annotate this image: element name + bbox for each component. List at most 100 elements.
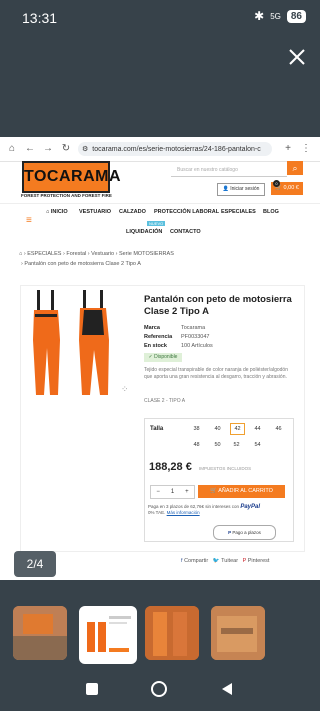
product-image[interactable] — [20, 290, 125, 400]
nav-proteccion-laboral[interactable]: PROTECCIÓN LABORAL — [154, 209, 219, 215]
paypal-installments-button[interactable]: P Pago a plazos — [213, 525, 276, 540]
status-icons: ✱ 5G 86 — [254, 9, 306, 23]
paypal-more-link[interactable]: Más información — [167, 510, 200, 515]
share-label: Compartir — [184, 558, 209, 564]
url-text: tocarama.com/es/serie-motosierras/24-186… — [92, 145, 261, 153]
quantity-value[interactable]: 1 — [165, 486, 179, 498]
login-button[interactable]: 👤 Iniciar sesión — [217, 183, 265, 196]
breadcrumb: ⌂ › ESPECIALES › Forestal › Vestuario › … — [19, 251, 174, 267]
nav-liquidacion[interactable]: LIQUIDACIÓN — [126, 229, 162, 235]
battery-icon: 86 — [286, 9, 306, 23]
breadcrumb-current: Pantalón con peto de motosierra Clase 2 … — [24, 261, 141, 267]
paypal-button-label: Pago a plazos — [232, 530, 261, 535]
nav-vestuario[interactable]: VESTUARIO — [79, 209, 111, 215]
size-option[interactable]: 50 — [211, 440, 224, 450]
overalls-drawing — [33, 290, 109, 395]
forward-icon[interactable]: → — [42, 143, 54, 155]
close-icon[interactable] — [286, 46, 308, 68]
thumbnail-2-image — [81, 608, 135, 662]
add-tab-icon[interactable]: + — [282, 143, 294, 155]
paypal-logo: PayPal — [240, 504, 261, 510]
spec-value: PF0033047 — [181, 334, 210, 340]
facebook-icon: f — [181, 558, 183, 564]
nav-calzado[interactable]: CALZADO — [119, 209, 146, 215]
network-label: 5G — [270, 11, 281, 21]
breadcrumb-item[interactable]: Serie MOTOSIERRAS — [119, 251, 174, 257]
size-option[interactable]: 54 — [251, 440, 264, 450]
thumbnail-3[interactable] — [145, 606, 199, 660]
clock: 13:31 — [22, 10, 58, 26]
increase-button[interactable]: + — [180, 486, 194, 498]
reload-icon[interactable]: ↻ — [60, 143, 72, 155]
add-to-cart-button[interactable]: 🛒 AÑADIR AL CARRITO — [198, 485, 285, 498]
size-option[interactable]: 46 — [272, 424, 285, 434]
nav-blog[interactable]: BLOG — [263, 209, 279, 215]
spec-key: En stock — [144, 343, 167, 349]
home-nav-icon[interactable] — [151, 681, 167, 697]
back-nav-icon[interactable] — [220, 682, 234, 696]
facebook-share[interactable]: f Compartir — [181, 558, 208, 564]
product-title: Pantalón con peto de motosierra Clase 2 … — [144, 294, 292, 317]
spec-value: 100 Artículos — [181, 343, 213, 349]
search-input[interactable]: Buscar en nuestro catálogo — [171, 164, 287, 177]
search-icon: ⌕ — [292, 163, 298, 173]
tax-note: IMPUESTOS INCLUIDOS — [199, 466, 252, 471]
twitter-icon: 🐦 — [212, 558, 220, 564]
thumbnail-1-image — [13, 606, 67, 660]
login-label: Iniciar sesión — [230, 186, 260, 192]
quantity-stepper[interactable]: − 1 + — [150, 485, 195, 499]
breadcrumb-home-icon[interactable]: ⌂ — [19, 251, 22, 257]
size-option[interactable]: 48 — [190, 440, 203, 450]
pinterest-icon: P — [242, 558, 247, 564]
zoom-icon[interactable]: ⁘ — [121, 384, 129, 395]
cart-total: 0,00 € — [283, 185, 299, 191]
back-icon[interactable]: ← — [24, 143, 36, 155]
site-info-icon[interactable]: ⚙ — [82, 145, 88, 153]
breadcrumb-item[interactable]: Vestuario — [91, 251, 114, 257]
hamburger-menu-icon[interactable]: ≡ — [26, 215, 32, 226]
nav-label: INICIO — [50, 209, 68, 215]
size-option-selected[interactable]: 42 — [230, 423, 245, 435]
browser-toolbar: ⌂ ← → ↻ ⚙ tocarama.com/es/serie-motosier… — [0, 137, 320, 162]
thumbnail-4[interactable] — [211, 606, 265, 660]
new-badge: NUEVO — [147, 221, 166, 226]
cart-count-badge: 0 — [273, 180, 280, 187]
site-tagline: FOREST PROTECTION AND FOREST FIRE — [21, 193, 112, 198]
home-small-icon: ⌂ — [46, 209, 50, 215]
share-bar: f Compartir 🐦 Tuitear P Pinterest — [181, 558, 311, 564]
bluetooth-icon: ✱ — [254, 9, 265, 23]
paypal-text: Paga en 3 plazos de 62,76€ sin intereses… — [148, 504, 240, 509]
breadcrumb-item[interactable]: Forestal — [66, 251, 86, 257]
nav-inicio[interactable]: ⌂ INICIO — [46, 209, 68, 215]
size-option[interactable]: 38 — [190, 424, 203, 434]
pinterest-share[interactable]: P Pinterest — [243, 558, 270, 564]
breadcrumb-item[interactable]: ESPECIALES — [27, 251, 61, 257]
decrease-button[interactable]: − — [151, 486, 165, 498]
thumbnail-1[interactable] — [13, 606, 67, 660]
home-icon[interactable]: ⌂ — [6, 143, 18, 155]
paypal-message: Paga en 3 plazos de 62,76€ sin intereses… — [148, 504, 261, 515]
spec-key: Marca — [144, 325, 160, 331]
product-description: Tejido especial transpirable de color na… — [144, 367, 288, 380]
size-option[interactable]: 40 — [211, 424, 224, 434]
product-class: CLASE 2 - TIPO A — [144, 398, 186, 404]
spec-key: Referencia — [144, 334, 173, 340]
thumbnail-2-selected[interactable] — [79, 606, 137, 664]
user-icon: 👤 — [222, 186, 229, 192]
site-logo[interactable]: TOCARAMA — [22, 161, 121, 193]
size-option[interactable]: 44 — [251, 424, 264, 434]
nav-especiales[interactable]: ESPECIALES — [221, 209, 256, 215]
thumbnail-3-image — [145, 606, 199, 660]
spec-value: Tocarama — [181, 325, 206, 331]
search-button[interactable]: ⌕ — [287, 161, 303, 175]
recents-icon[interactable] — [86, 683, 98, 695]
paypal-icon: P — [228, 530, 232, 535]
product-price: 188,28 € — [149, 461, 192, 473]
url-field[interactable]: ⚙ tocarama.com/es/serie-motosierras/24-1… — [78, 142, 272, 156]
twitter-share[interactable]: 🐦 Tuitear — [213, 558, 238, 564]
share-label: Tuitear — [221, 558, 239, 564]
menu-icon[interactable]: ⋮ — [300, 143, 312, 155]
size-option[interactable]: 52 — [230, 440, 243, 450]
paypal-note: 0% TAE — [148, 510, 165, 515]
nav-contacto[interactable]: CONTACTO — [170, 229, 201, 235]
